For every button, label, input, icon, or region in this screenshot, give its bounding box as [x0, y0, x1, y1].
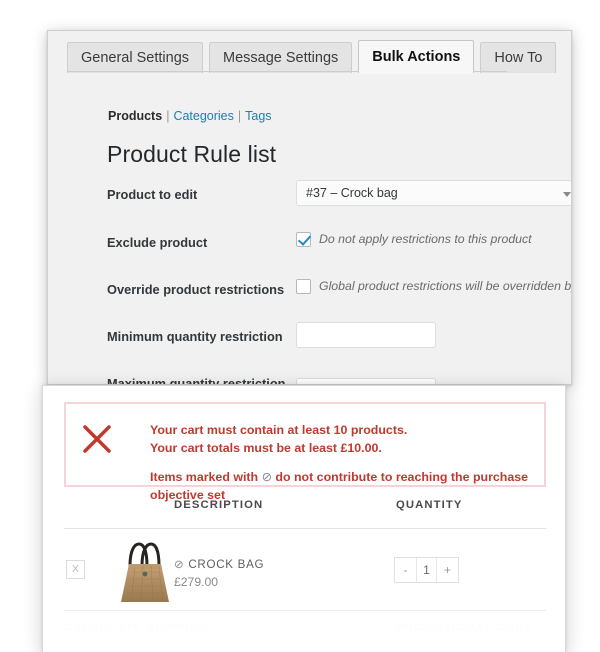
page-title: Product Rule list [107, 141, 276, 168]
label-exclude-product: Exclude product [107, 234, 287, 251]
quantity-increase-button[interactable]: + [437, 558, 458, 582]
subnav-item-tags[interactable]: Tags [245, 109, 271, 123]
field-exclude-product: Do not apply restrictions to this produc… [296, 232, 532, 247]
subnav-item-products[interactable]: Products [108, 109, 162, 123]
error-spacer [150, 458, 544, 469]
cart-table: DESCRIPTION QUANTITY X [64, 499, 546, 611]
label-maximum-quantity: Maximum quantity restriction [107, 375, 287, 385]
quantity-decrease-button[interactable]: - [395, 558, 416, 582]
tab-general-settings[interactable]: General Settings [67, 42, 203, 73]
field-minimum-quantity [296, 322, 436, 348]
cart-preview-panel: Your cart must contain at least 10 produ… [42, 385, 566, 652]
quantity-value[interactable]: 1 [416, 558, 437, 582]
promotional-code-label[interactable]: PROMOTIONAL CODE [396, 622, 534, 634]
quantity-stepper: - 1 + [394, 557, 459, 583]
column-header-description: DESCRIPTION [174, 499, 263, 511]
error-message-min-products: Your cart must contain at least 10 produ… [150, 422, 544, 440]
tab-how-to[interactable]: How To [480, 42, 556, 73]
product-name[interactable]: ⊘ CROCK BAG [174, 557, 264, 571]
breadcrumb: Products | Categories | Tags [108, 109, 272, 123]
tab-bulk-actions[interactable]: Bulk Actions [358, 40, 474, 73]
table-row: X [64, 529, 546, 611]
excluded-note-before: Items marked with [150, 470, 262, 484]
subnav-item-categories[interactable]: Categories [173, 109, 233, 123]
no-entry-icon: ⊘ [262, 470, 272, 484]
minimum-quantity-input[interactable] [296, 322, 436, 348]
cart-error-notice: Your cart must contain at least 10 produ… [64, 402, 546, 487]
subnav-separator-2: | [238, 109, 241, 123]
calculate-shipping-label[interactable]: CALCULATE SHIPPING [64, 622, 209, 634]
remove-item-button[interactable]: X [66, 560, 85, 579]
screenshot-stage: General SettingsMessage SettingsBulk Act… [0, 0, 600, 652]
label-product-to-edit: Product to edit [107, 186, 287, 203]
product-price: £279.00 [174, 575, 264, 589]
field-maximum-quantity [296, 378, 436, 385]
product-info: ⊘ CROCK BAG £279.00 [174, 557, 264, 589]
override-restrictions-checkbox[interactable] [296, 279, 311, 294]
product-thumbnail-crock-bag[interactable] [109, 534, 181, 608]
error-cross-icon [79, 421, 115, 457]
product-name-text: CROCK BAG [188, 558, 264, 571]
field-override-restrictions: Global product restrictions will be over… [296, 279, 572, 294]
exclude-product-checkbox[interactable] [296, 232, 311, 247]
cart-table-header: DESCRIPTION QUANTITY [64, 499, 546, 529]
column-header-quantity: QUANTITY [396, 499, 463, 511]
product-to-edit-select-value: #37 – Crock bag [306, 186, 398, 200]
error-message-min-total: Your cart totals must be at least £10.00… [150, 440, 544, 458]
label-override-restrictions: Override product restrictions [107, 281, 287, 298]
override-restrictions-checkbox-label: Global product restrictions will be over… [319, 279, 572, 294]
cart-footer: CALCULATE SHIPPING PROMOTIONAL CODE [64, 622, 546, 650]
exclude-product-checkbox-label: Do not apply restrictions to this produc… [319, 232, 532, 247]
product-no-entry-icon: ⊘ [174, 558, 184, 571]
admin-settings-panel: General SettingsMessage SettingsBulk Act… [47, 30, 572, 385]
chevron-down-icon [563, 192, 571, 197]
subnav-separator-1: | [166, 109, 169, 123]
settings-tab-strip: General SettingsMessage SettingsBulk Act… [48, 31, 571, 71]
field-product-to-edit: #37 – Crock bag [296, 180, 572, 206]
product-to-edit-select[interactable]: #37 – Crock bag [296, 180, 572, 206]
tab-message-settings[interactable]: Message Settings [209, 42, 352, 73]
maximum-quantity-input[interactable] [296, 378, 436, 385]
label-minimum-quantity: Minimum quantity restriction [107, 328, 287, 345]
cart-error-messages: Your cart must contain at least 10 produ… [150, 422, 544, 505]
